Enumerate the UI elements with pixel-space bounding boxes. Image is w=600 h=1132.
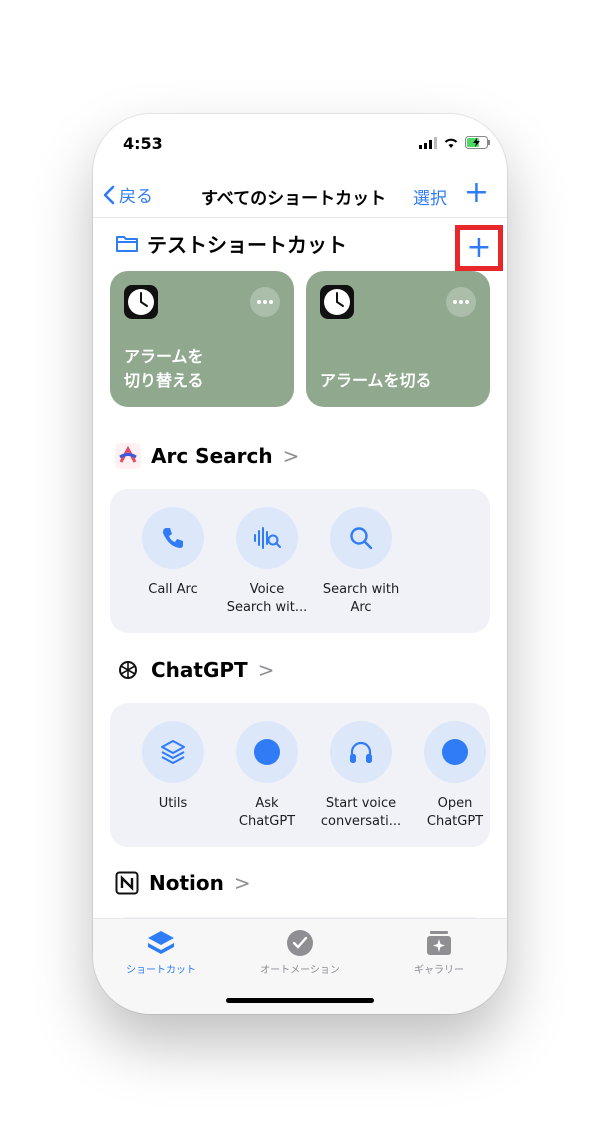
dot-icon [442,739,468,765]
chevron-right-icon: > [233,871,251,895]
action-label: Open ChatGPT [426,796,484,829]
status-time: 4:53 [123,134,163,153]
tile-label: アラームを切る [320,371,432,390]
back-button[interactable]: 戻る [103,182,153,207]
clock-icon [124,285,158,319]
app-header-arc-search[interactable]: Arc Search > [115,443,299,469]
voice-search-icon [254,527,281,549]
phone-frame: 4:53 戻る すべてのショートカット 選択 + テストショートカット + アラ… [93,114,507,1014]
automation-clock-icon [287,930,313,956]
wifi-icon [444,138,458,148]
dot-icon [254,739,280,765]
tab-label: ギャラリー [414,965,464,976]
action-label: Search with Arc [322,582,400,615]
tab-gallery[interactable]: ギャラリー [379,929,499,976]
arc-search-logo-icon [115,443,141,469]
folder-header: テストショートカット [115,229,347,258]
action-utils[interactable]: Utils [126,721,220,831]
signal-icon [419,136,437,149]
action-ask-chatgpt[interactable]: Ask ChatGPT [220,721,314,831]
app-name: Arc Search [151,444,273,468]
action-open-chatgpt[interactable]: Open ChatGPT [408,721,502,831]
folder-title: テストショートカット [147,233,347,257]
shortcut-tile[interactable]: アラームを 切り替える [110,271,294,407]
action-label: Call Arc [148,582,198,597]
tile-label: アラームを 切り替える [124,347,204,390]
nav-bar: 戻る すべてのショートカット 選択 + [93,174,507,218]
action-label: Start voice conversati... [320,796,402,829]
screen: 4:53 戻る すべてのショートカット 選択 + テストショートカット + アラ… [93,114,507,1014]
app-header-notion[interactable]: Notion > [115,871,251,895]
chevron-right-icon: > [282,444,300,468]
action-search-with-arc[interactable]: Search with Arc [314,507,408,617]
select-button[interactable]: 選択 [413,184,447,209]
home-indicator[interactable] [226,998,374,1003]
chevron-right-icon: > [257,658,275,682]
tab-label: オートメーション [260,965,340,976]
phone-icon [163,528,183,548]
actions-panel-chatgpt: Utils Ask ChatGPT Start voice conversati… [110,703,490,847]
ellipsis-icon [453,300,469,304]
notion-logo-icon [115,871,139,895]
shortcuts-stack-icon [148,931,174,954]
app-header-chatgpt[interactable]: ChatGPT > [115,657,274,683]
status-icons [419,136,491,149]
chatgpt-logo-icon [115,657,141,683]
page-title: すべてのショートカット [201,189,387,209]
action-voice-search[interactable]: Voice Search wit... [220,507,314,617]
tab-shortcuts[interactable]: ショートカット [101,929,221,976]
action-label: Voice Search wit... [226,582,308,615]
shortcut-tile[interactable]: アラームを切る [306,271,490,407]
action-start-voice[interactable]: Start voice conversati... [314,721,408,831]
app-name: Notion [149,871,224,895]
action-label: Ask ChatGPT [238,796,296,829]
shortcut-tiles: アラームを 切り替える アラームを切る [110,271,490,407]
back-label: 戻る [119,187,153,207]
actions-panel-arc-search: Call Arc Voice Search wit... Search with… [110,489,490,633]
folder-add-button[interactable]: + [455,225,503,271]
ellipsis-icon [257,300,273,304]
action-label: Utils [158,796,188,811]
app-name: ChatGPT [151,658,248,682]
search-icon [350,527,373,550]
chevron-left-icon [103,185,115,204]
battery-charging-icon [465,136,490,149]
folder-icon [116,236,138,252]
tab-automation[interactable]: オートメーション [240,929,360,976]
tab-label: ショートカット [126,965,196,976]
more-button[interactable] [250,287,280,317]
headphones-icon [350,741,372,763]
more-button[interactable] [446,287,476,317]
clock-icon [320,285,354,319]
gallery-sparkle-icon [427,931,451,955]
action-call-arc[interactable]: Call Arc [126,507,220,617]
layers-icon [161,740,185,764]
shortcuts-list: テストショートカット + アラームを 切り替える アラームを切る Arc Sea… [93,219,507,957]
add-shortcut-button[interactable]: + [464,178,489,208]
